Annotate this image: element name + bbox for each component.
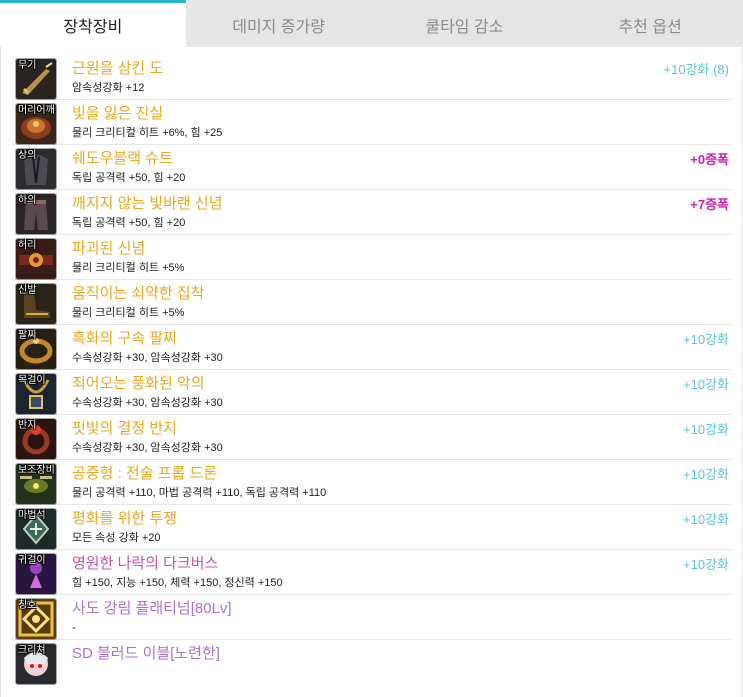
item-stat: 물리 공격력 +110, 마법 공격력 +110, 독립 공격력 +110 [72, 487, 327, 499]
item-name[interactable]: 깨지지 않는 빛바랜 신념 [72, 194, 223, 213]
top-armor-icon[interactable]: 상의 [16, 149, 56, 189]
reinforce-badge: +10강화 (8) [663, 62, 729, 77]
amplify-badge: +7증폭 [690, 197, 729, 212]
equipment-row[interactable]: 보조장비 공중형 : 전술 프롭 드론물리 공격력 +110, 마법 공격력 +1… [13, 460, 731, 505]
item-name[interactable]: 사도 강림 플래티넘[80Lv] [72, 599, 232, 618]
tab-equipped-gear[interactable]: 장착장비 [0, 0, 186, 47]
item-name[interactable]: 쉐도우블랙 슈트 [72, 149, 173, 168]
equipment-row[interactable]: 무기 근원을 삼킨 도암속성강화 +12 +10강화 (8) [13, 55, 731, 100]
tab-bar: 장착장비 데미지 증가량 쿨타임 감소 추천 옵션 [0, 0, 743, 47]
slot-label: 팔찌 [18, 330, 37, 341]
equipment-row[interactable]: 크리쳐 SD 블러드 이블[노련한] [13, 640, 731, 685]
item-name[interactable]: 파괴된 신념 [72, 239, 145, 258]
slot-label: 크리쳐 [18, 645, 46, 656]
tab-damage-increase[interactable]: 데미지 증가량 [185, 0, 372, 47]
item-name[interactable]: 죄어오는 풍화된 악의 [72, 374, 205, 393]
reinforce-badge: +10강화 [683, 422, 729, 437]
slot-label: 무기 [18, 60, 37, 71]
equipment-row[interactable]: 귀걸이 영원한 나락의 다크버스힘 +150, 지능 +150, 체력 +150,… [13, 550, 731, 595]
slot-label: 허리 [18, 240, 37, 251]
equipment-row[interactable]: 신발 움직이는 쇠약한 집착물리 크리티컬 히트 +5% [13, 280, 731, 325]
equipment-row[interactable]: 허리 파괴된 신념물리 크리티컬 히트 +5% [13, 235, 731, 280]
item-stat: 수속성강화 +30, 암속성강화 +30 [72, 397, 223, 409]
reinforce-badge: +10강화 [683, 332, 729, 347]
belt-icon[interactable]: 허리 [16, 239, 56, 279]
equipment-row[interactable]: 칭호 사도 강림 플래티넘[80Lv] - [13, 595, 731, 640]
item-name[interactable]: 평화를 위한 투쟁 [72, 509, 177, 528]
title-emblem-icon[interactable]: 칭호 [16, 599, 56, 639]
item-stat: 독립 공격력 +50, 힘 +20 [72, 217, 186, 229]
tab-cooldown-reduction[interactable]: 쿨타임 감소 [371, 0, 558, 47]
item-name[interactable]: 영원한 나락의 다크버스 [72, 554, 218, 573]
slot-label: 머리어깨 [18, 105, 55, 116]
item-name[interactable]: 흑화의 구속 팔찌 [72, 329, 177, 348]
item-stat: 암속성강화 +12 [72, 82, 145, 94]
item-name[interactable]: 공중형 : 전술 프롭 드론 [72, 464, 217, 483]
item-stat: 모든 속성 강화 +20 [72, 532, 161, 544]
equipment-row[interactable]: 마법석 평화를 위한 투쟁모든 속성 강화 +20 +10강화 [13, 505, 731, 550]
item-name[interactable]: SD 블러드 이블[노련한] [72, 644, 220, 663]
slot-label: 목걸이 [18, 375, 46, 386]
earring-icon[interactable]: 귀걸이 [16, 554, 56, 594]
equipment-row[interactable]: 하의 깨지지 않는 빛바랜 신념독립 공격력 +50, 힘 +20 +7증폭 [13, 190, 731, 235]
slot-label: 상의 [18, 150, 37, 161]
equipment-row[interactable]: 반지 핏빛의 결정 반지수속성강화 +30, 암속성강화 +30 +10강화 [13, 415, 731, 460]
creature-icon[interactable]: 크리쳐 [16, 644, 56, 684]
slot-label: 반지 [18, 420, 37, 431]
item-name[interactable]: 빛을 잃은 진실 [72, 104, 163, 123]
slot-label: 하의 [18, 195, 37, 206]
item-name[interactable]: 핏빛의 결정 반지 [72, 419, 177, 438]
magic-stone-icon[interactable]: 마법석 [16, 509, 56, 549]
pants-armor-icon[interactable]: 하의 [16, 194, 56, 234]
slot-label: 보조장비 [18, 465, 55, 476]
item-stat: - [72, 622, 76, 634]
drone-icon[interactable]: 보조장비 [16, 464, 56, 504]
reinforce-badge: +10강화 [683, 557, 729, 572]
item-stat: 물리 크리티컬 히트 +5% [72, 307, 185, 319]
equipment-row[interactable]: 팔찌 흑화의 구속 팔찌수속성강화 +30, 암속성강화 +30 +10강화 [13, 325, 731, 370]
item-stat: 독립 공격력 +50, 힘 +20 [72, 172, 186, 184]
item-stat: 물리 크리티컬 히트 +5% [72, 262, 185, 274]
item-stat: 힘 +150, 지능 +150, 체력 +150, 정신력 +150 [72, 577, 283, 589]
slot-label: 귀걸이 [18, 555, 46, 566]
item-stat: 수속성강화 +30, 암속성강화 +30 [72, 442, 223, 454]
bracelet-icon[interactable]: 팔찌 [16, 329, 56, 369]
reinforce-badge: +10강화 [683, 467, 729, 482]
slot-label: 칭호 [18, 600, 37, 611]
item-name[interactable]: 근원을 삼킨 도 [72, 59, 163, 78]
equipment-row[interactable]: 목걸이 죄어오는 풍화된 악의수속성강화 +30, 암속성강화 +30 +10강화 [13, 370, 731, 415]
shoes-icon[interactable]: 신발 [16, 284, 56, 324]
amplify-badge: +0증폭 [690, 152, 729, 167]
item-stat: 물리 크리티컬 히트 +6%, 힘 +25 [72, 127, 223, 139]
tab-recommended-options[interactable]: 추천 옵션 [557, 0, 743, 47]
necklace-icon[interactable]: 목걸이 [16, 374, 56, 414]
item-name[interactable]: 움직이는 쇠약한 집착 [72, 284, 205, 303]
sword-icon[interactable]: 무기 [16, 59, 56, 99]
equipment-list: 무기 근원을 삼킨 도암속성강화 +12 +10강화 (8) 머리어깨 빛을 잃은 진실… [0, 47, 743, 697]
item-stat: 수속성강화 +30, 암속성강화 +30 [72, 352, 223, 364]
ring-icon[interactable]: 반지 [16, 419, 56, 459]
slot-label: 신발 [18, 285, 37, 296]
reinforce-badge: +10강화 [683, 512, 729, 527]
reinforce-badge: +10강화 [683, 377, 729, 392]
equipment-row[interactable]: 상의 쉐도우블랙 슈트독립 공격력 +50, 힘 +20 +0증폭 [13, 145, 731, 190]
shoulder-armor-icon[interactable]: 머리어깨 [16, 104, 56, 144]
equipment-row[interactable]: 머리어깨 빛을 잃은 진실물리 크리티컬 히트 +6%, 힘 +25 [13, 100, 731, 145]
slot-label: 마법석 [18, 510, 46, 521]
